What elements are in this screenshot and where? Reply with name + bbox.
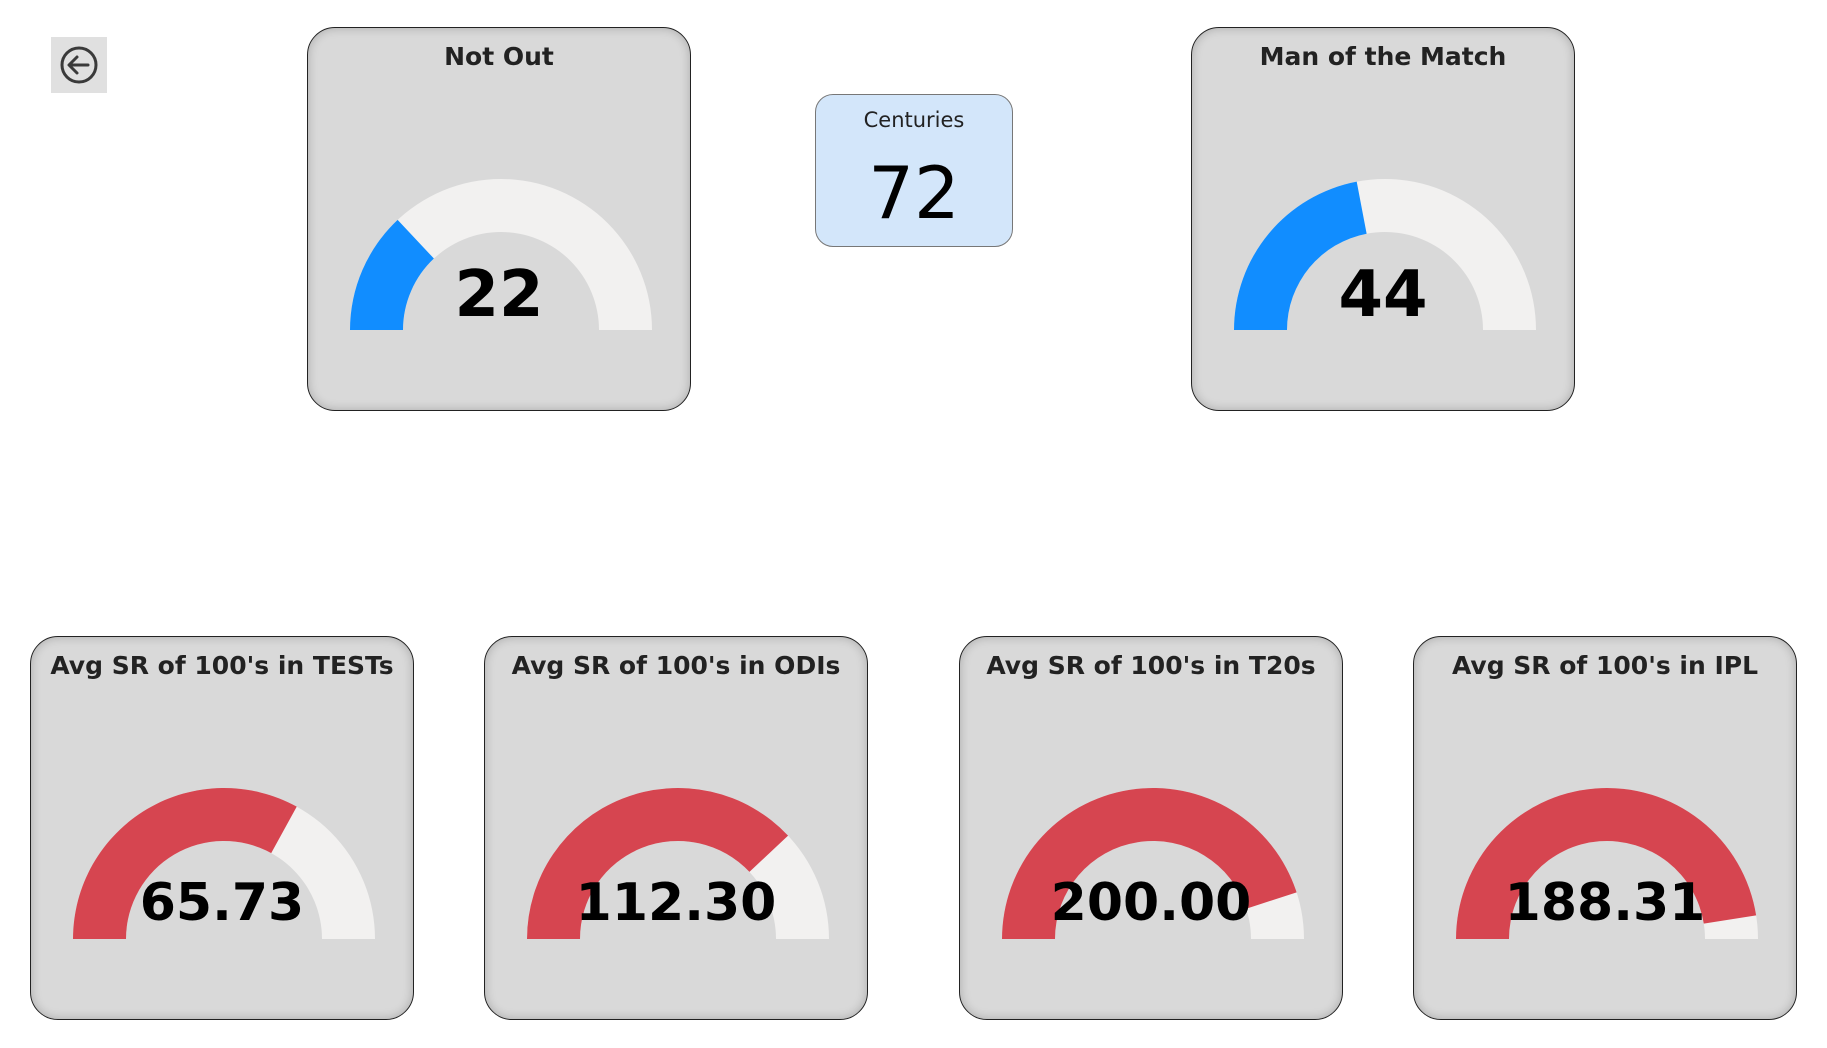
- man-of-the-match-gauge: [1234, 179, 1536, 330]
- man-of-the-match-gauge-card: Man of the Match 44: [1191, 27, 1575, 411]
- arrow-left-circle-icon: [60, 46, 98, 84]
- sr-ipl-gauge-card: Avg SR of 100's in IPL 188.31: [1413, 636, 1797, 1020]
- sr-tests-gauge: [73, 788, 375, 939]
- centuries-kpi-value: 72: [868, 151, 960, 235]
- not-out-gauge: [350, 179, 652, 330]
- sr-t20s-gauge-value: 200.00: [1050, 873, 1252, 933]
- sr-t20s-gauge-card: Avg SR of 100's in T20s 200.00: [959, 636, 1343, 1020]
- sr-t20s-gauge: [1002, 788, 1304, 939]
- sr-odis-gauge: [527, 788, 829, 939]
- sr-ipl-gauge-value: 188.31: [1504, 873, 1706, 933]
- man-of-the-match-gauge-value: 44: [1338, 258, 1428, 332]
- centuries-kpi-label: Centuries: [863, 108, 965, 132]
- sr-odis-gauge-value: 112.30: [575, 873, 777, 933]
- sr-ipl-gauge: [1456, 788, 1758, 939]
- sr-tests-gauge-value: 65.73: [139, 873, 305, 933]
- centuries-kpi-card: Centuries 72: [815, 94, 1013, 247]
- sr-tests-gauge-card: Avg SR of 100's in TESTs 65.73: [30, 636, 414, 1020]
- back-button[interactable]: [51, 37, 107, 93]
- not-out-gauge-value: 22: [454, 258, 544, 332]
- not-out-gauge-card: Not Out 22: [307, 27, 691, 411]
- sr-odis-gauge-card: Avg SR of 100's in ODIs 112.30: [484, 636, 868, 1020]
